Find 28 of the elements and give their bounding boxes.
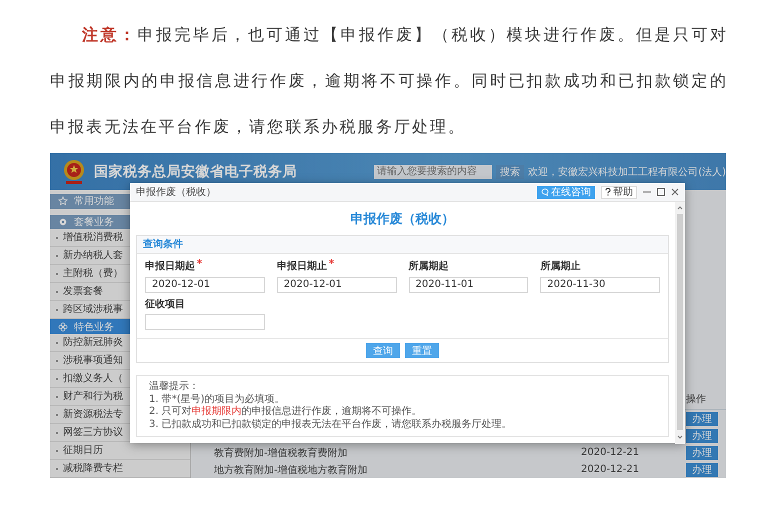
input-field[interactable] <box>145 314 265 330</box>
input-field[interactable]: 2020-11-01 <box>408 276 528 292</box>
dialog-heading: 申报作废（税收） <box>350 210 456 229</box>
input-field[interactable]: 2020-12-01 <box>276 276 396 292</box>
table-cell-text: 2020-12-21 <box>581 447 640 458</box>
article-paragraph: 注意：申报完毕后，也可通过【申报作废】（税收）模块进行作废。但是只可对申报期限内的申报信息进行作废，逾期将不可操作。同时已扣款成功和已扣款锁定的申报表无法在平台作废，请您联系办税服务厅处理。 <box>50 24 728 138</box>
table-cell-text: 地方教育附加-增值税地方教育附加 <box>214 464 369 476</box>
column-header: 操作 <box>686 393 707 406</box>
input-field[interactable]: 2020-11-30 <box>540 276 660 292</box>
search-field[interactable]: 请输入您要搜索的内容 <box>374 164 492 178</box>
table-cell-text: 教育费附加-增值税教育费附加 <box>214 446 349 460</box>
chat-icon <box>541 188 549 196</box>
input-field[interactable]: 2020-12-01 <box>145 276 265 292</box>
field-label: 申报日期止 <box>276 260 327 273</box>
table-cell-text: 2020-12-21 <box>581 464 640 475</box>
portal-title: 国家税务总局安徽省电子税务局 <box>94 162 297 180</box>
welcome-text: 欢迎，安徽宏兴科技加工工程有限公司(法人) <box>528 166 726 178</box>
field-label: 所属期起 <box>408 260 448 273</box>
panel-title: 查询条件 <box>137 236 668 254</box>
maximize-icon[interactable] <box>657 188 665 196</box>
help-button[interactable]: 帮助 <box>601 186 637 198</box>
field-label: 所属期止 <box>540 260 580 273</box>
help-icon <box>605 188 611 196</box>
sidebar-item[interactable]: 减税降费专栏 <box>50 460 190 478</box>
flower-icon <box>58 322 68 332</box>
close-icon[interactable] <box>671 188 679 196</box>
star-icon <box>58 196 68 206</box>
emblem-icon <box>62 158 86 184</box>
